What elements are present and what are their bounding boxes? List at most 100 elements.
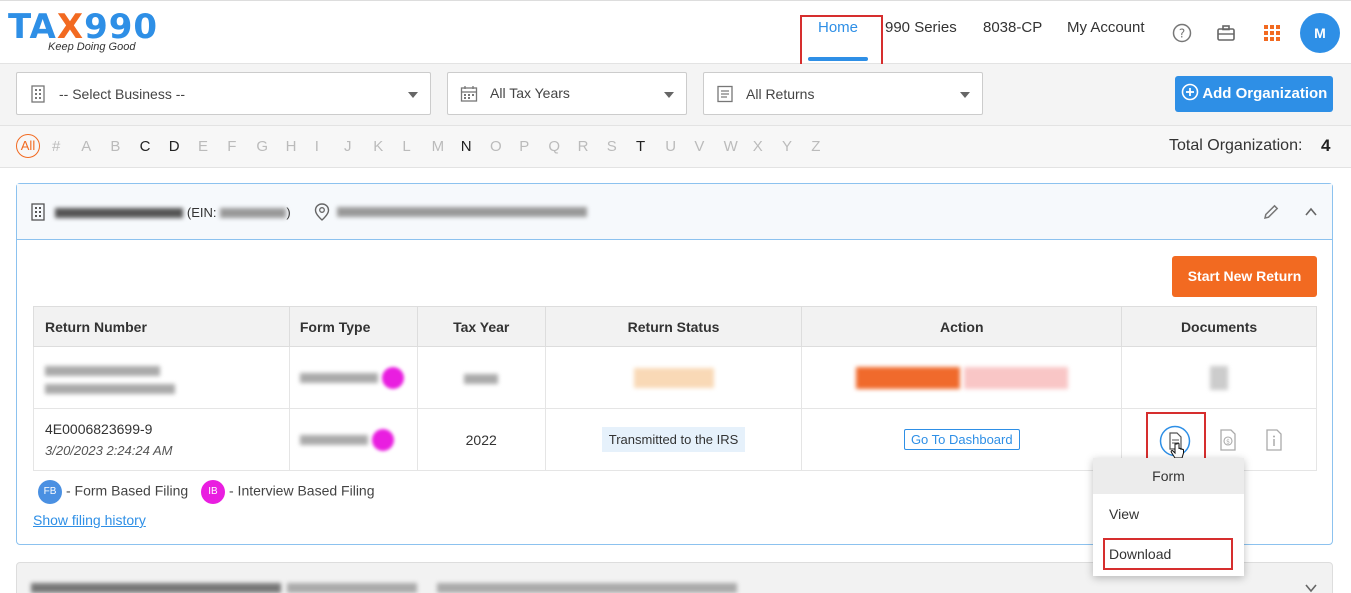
nav-990-series[interactable]: 990 Series <box>885 19 957 36</box>
alpha-filter-k[interactable]: K <box>373 138 383 155</box>
alpha-filter-e[interactable]: E <box>198 138 208 155</box>
alpha-filter-r[interactable]: R <box>578 138 589 155</box>
alpha-filter-g[interactable]: G <box>256 138 268 155</box>
alpha-filter-c[interactable]: C <box>140 138 151 155</box>
col-form-type: Form Type <box>288 306 418 347</box>
location-pin-icon <box>314 203 330 221</box>
alpha-filter-x[interactable]: X <box>753 138 763 155</box>
action-cell: Go To Dashboard <box>801 408 1123 471</box>
status-cell: Transmitted to the IRS <box>544 408 803 471</box>
blurred-org-name <box>55 208 183 219</box>
add-organization-label: Add Organization <box>1202 85 1328 102</box>
calendar-icon <box>460 86 478 102</box>
alphabet-filter-bar: All # A B C D E F G H I J K L M N O P Q R S T U V W X Y Z Total Or… <box>0 126 1351 168</box>
user-avatar[interactable]: M <box>1300 13 1340 53</box>
alpha-filter-l[interactable]: L <box>402 138 410 155</box>
add-organization-button[interactable]: Add Organization <box>1175 76 1333 112</box>
alpha-filter-w[interactable]: W <box>724 138 738 155</box>
alpha-filter-s[interactable]: S <box>607 138 617 155</box>
info-document-icon[interactable] <box>1264 428 1284 452</box>
ib-badge: IB <box>201 480 225 504</box>
blurred-org-name <box>31 583 281 593</box>
alpha-filter-t[interactable]: T <box>636 138 645 155</box>
alpha-filter-n[interactable]: N <box>461 138 472 155</box>
fb-badge: FB <box>38 480 62 504</box>
blurred-actions[interactable] <box>801 346 1123 409</box>
alpha-filter-f[interactable]: F <box>227 138 236 155</box>
returns-table: Return Number Form Type Tax Year Return … <box>33 306 1317 471</box>
organization-header[interactable]: (EIN: ) <box>17 184 1332 240</box>
list-document-icon <box>717 85 733 103</box>
chevron-down-icon[interactable] <box>1304 581 1318 593</box>
tax-year-cell: 2022 <box>416 408 546 471</box>
table-row <box>33 346 1317 409</box>
form-type-cell <box>288 408 418 471</box>
highlight-box-download <box>1103 538 1233 570</box>
show-filing-history-link[interactable]: Show filing history <box>33 512 146 528</box>
help-icon[interactable]: ? <box>1172 23 1192 43</box>
blurred-ein <box>220 208 287 219</box>
alpha-filter-u[interactable]: U <box>665 138 676 155</box>
col-documents: Documents <box>1121 306 1317 347</box>
alpha-filter-h[interactable]: H <box>286 138 297 155</box>
blurred-ein <box>287 583 417 593</box>
ib-badge-icon <box>371 428 394 451</box>
nav-8038-cp[interactable]: 8038-CP <box>983 19 1042 36</box>
dropdown-item-download[interactable]: Download <box>1093 534 1244 574</box>
alpha-filter-d[interactable]: D <box>169 138 180 155</box>
logo-text: TAX990 <box>8 7 159 47</box>
alpha-filter-y[interactable]: Y <box>782 138 792 155</box>
alpha-filter-all[interactable]: All <box>16 134 40 158</box>
alpha-filter-q[interactable]: Q <box>548 138 560 155</box>
return-number-cell: 4E0006823699-9 3/20/2023 2:24:24 AM <box>33 408 290 471</box>
go-to-dashboard-button[interactable]: Go To Dashboard <box>903 429 1020 450</box>
alpha-filter-i[interactable]: I <box>315 138 319 155</box>
blurred-address <box>337 207 587 217</box>
dropdown-header: Form <box>1093 458 1244 494</box>
app-grid-icon[interactable] <box>1262 23 1282 43</box>
ib-legend-label: - Interview Based Filing <box>229 482 375 499</box>
total-organization-count: 4 <box>1321 136 1331 155</box>
returns-select[interactable]: All Returns <box>703 72 983 115</box>
col-tax-year: Tax Year <box>416 306 546 347</box>
ein-label: (EIN: <box>186 205 217 220</box>
alpha-filter-o[interactable]: O <box>490 138 502 155</box>
svg-text:?: ? <box>1179 27 1185 41</box>
chevron-down-icon <box>664 92 674 98</box>
tax990-logo[interactable]: TAX990 Keep Doing Good <box>8 9 158 53</box>
tax-year-select[interactable]: All Tax Years <box>447 72 687 115</box>
filter-bar: -- Select Business -- All Tax Years All … <box>0 64 1351 126</box>
plus-circle-icon <box>1181 83 1198 101</box>
alpha-filter-m[interactable]: M <box>432 138 445 155</box>
blurred-form-type <box>288 346 418 409</box>
legend-form-based: FB - Form Based Filing <box>38 480 188 504</box>
return-timestamp: 3/20/2023 2:24:24 AM <box>45 443 173 458</box>
returns-select-value: All Returns <box>746 86 815 102</box>
nav-my-account[interactable]: My Account <box>1067 19 1145 36</box>
alpha-filter-p[interactable]: P <box>519 138 529 155</box>
fb-legend-label: - Form Based Filing <box>66 482 189 499</box>
edit-pencil-icon[interactable] <box>1262 203 1280 221</box>
chevron-down-icon <box>408 92 418 98</box>
alpha-filter-v[interactable]: V <box>694 138 704 155</box>
blurred-return-number <box>33 346 290 409</box>
col-action: Action <box>801 306 1123 347</box>
blurred-tax-year <box>416 346 546 409</box>
chevron-up-icon[interactable] <box>1304 205 1318 219</box>
col-return-number: Return Number <box>33 306 290 347</box>
col-return-status: Return Status <box>544 306 803 347</box>
alpha-filter-hash[interactable]: # <box>52 138 60 155</box>
alpha-filter-a[interactable]: A <box>81 138 91 155</box>
payment-document-icon[interactable]: $ <box>1218 428 1238 452</box>
start-new-return-button[interactable]: Start New Return <box>1172 256 1317 297</box>
alpha-filter-b[interactable]: B <box>110 138 120 155</box>
total-organization-label: Total Organization: <box>1169 137 1303 154</box>
legend-interview-based: IB - Interview Based Filing <box>201 480 375 504</box>
blurred-document[interactable] <box>1121 346 1317 409</box>
alpha-filter-j[interactable]: J <box>344 138 352 155</box>
briefcase-icon[interactable] <box>1216 23 1236 43</box>
business-select[interactable]: -- Select Business -- <box>16 72 431 115</box>
dropdown-item-view[interactable]: View <box>1093 494 1244 534</box>
status-badge: Transmitted to the IRS <box>601 427 746 452</box>
alpha-filter-z[interactable]: Z <box>811 138 820 155</box>
